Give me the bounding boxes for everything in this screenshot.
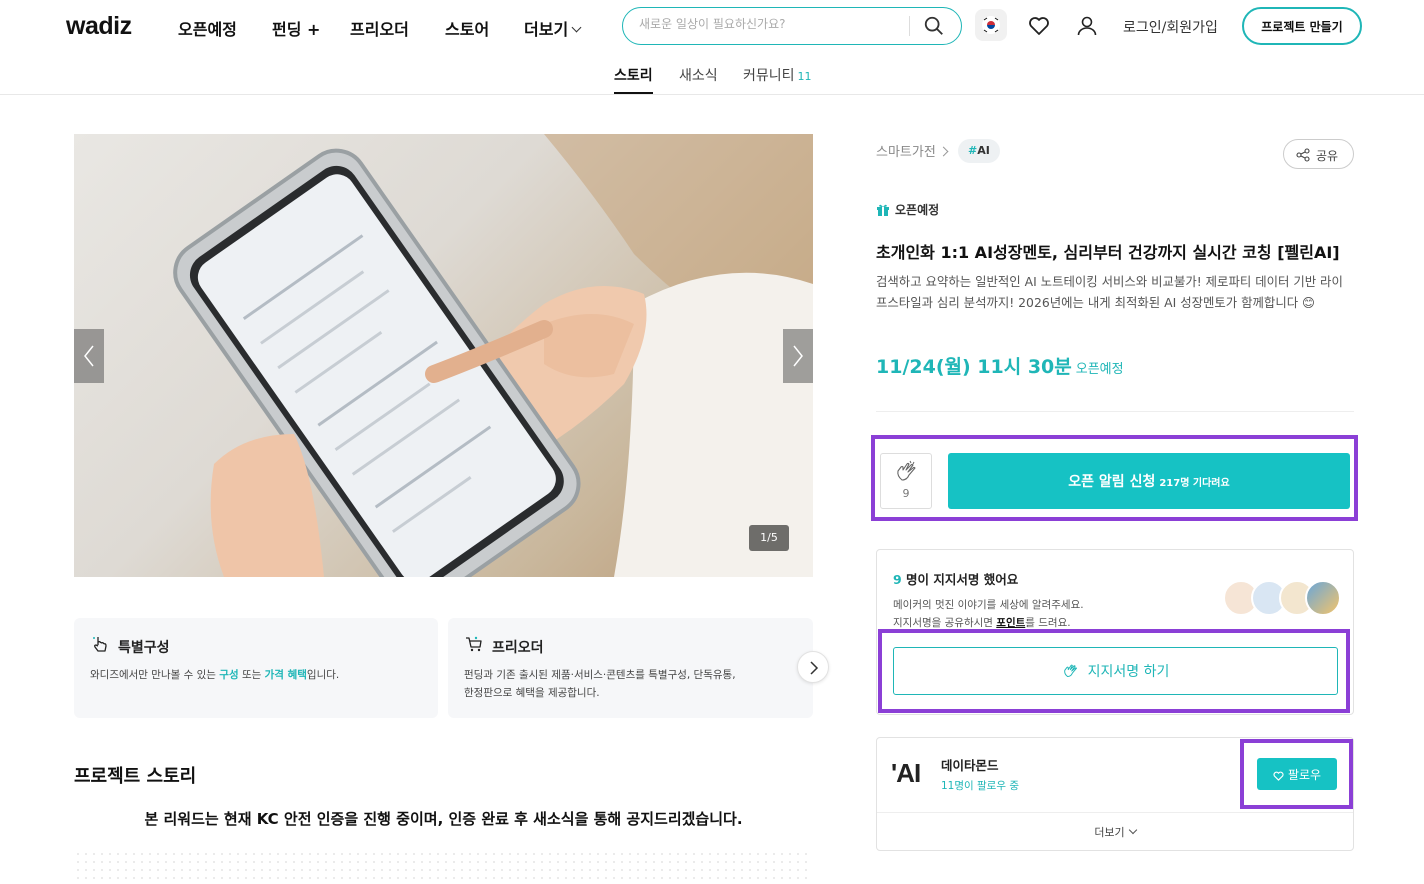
- nav-more-label: 더보기: [524, 20, 569, 39]
- clap-count: 9: [902, 487, 910, 500]
- hand-pointer-icon: [93, 637, 107, 652]
- cart-icon: [466, 636, 482, 652]
- signature-desc-line: 메이커의 멋진 이야기를 세상에 알려주세요.: [893, 599, 1084, 611]
- tag-label: AI: [977, 144, 990, 157]
- category-label: 스마트가전: [876, 145, 936, 160]
- tab-community-label: 커뮤니티: [743, 68, 795, 84]
- tab-story[interactable]: 스토리: [614, 65, 653, 94]
- story-notice: 본 리워드는 현재 KC 안전 인증을 진행 중이며, 인증 완료 후 새소식을…: [144, 810, 743, 828]
- global-header: wadiz 오픈예정 펀딩 + 프리오더 스토어 더보기 로그인/회원가입 프로…: [0, 0, 1424, 52]
- wadiz-logo[interactable]: wadiz: [66, 12, 132, 41]
- gallery-prev-button[interactable]: [74, 329, 104, 383]
- clap-button[interactable]: 9: [880, 453, 932, 509]
- avatar: [1305, 580, 1341, 616]
- search-input[interactable]: [639, 17, 899, 31]
- divider: [877, 812, 1353, 813]
- nav-store[interactable]: 스토어: [445, 16, 489, 40]
- share-button[interactable]: 공유: [1283, 139, 1354, 169]
- signature-count: 9 명이 지지서명 했어요: [893, 569, 1018, 588]
- chevron-down-icon: [571, 22, 582, 33]
- feature-card-preorder: 프리오더 펀딩과 기존 출시된 제품·서비스·콘텐츠를 특별구성, 단독유통, 한…: [448, 618, 813, 718]
- feature-desc-text: 입니다.: [306, 669, 340, 681]
- feature-desc-text: 또는: [238, 669, 265, 681]
- user-icon[interactable]: [1075, 14, 1099, 38]
- chevron-left-icon: [84, 345, 94, 367]
- chevron-right-icon: [810, 661, 819, 675]
- signature-count-text: 명이 지지서명 했어요: [901, 572, 1019, 587]
- search-divider: [909, 16, 910, 36]
- highlight-box: [878, 629, 1350, 713]
- feature-desc: 펀딩과 기존 출시된 제품·서비스·콘텐츠를 특별구성, 단독유통, 한정판으로 …: [464, 666, 736, 702]
- maker-name[interactable]: 데이타몬드: [941, 755, 999, 774]
- make-project-button[interactable]: 프로젝트 만들기: [1242, 7, 1362, 45]
- share-label: 공유: [1316, 149, 1339, 163]
- feature-card-special: 특별구성 와디즈에서만 만나볼 수 있는 구성 또는 가격 혜택입니다.: [74, 618, 438, 718]
- divider: [876, 411, 1354, 412]
- chevron-right-icon: [793, 345, 803, 367]
- maker-more-button[interactable]: 더보기: [877, 824, 1353, 840]
- feature-desc-line: 펀딩과 기존 출시된 제품·서비스·콘텐츠를 특별구성, 단독유통,: [464, 669, 736, 681]
- feature-title: 프리오더: [492, 640, 544, 656]
- hash-icon: #: [968, 144, 978, 157]
- feature-highlight: 가격 혜택: [264, 669, 307, 681]
- open-alarm-button[interactable]: 오픈 알림 신청 217명 기다려요: [948, 453, 1350, 509]
- project-status: 오픈예정: [876, 201, 939, 218]
- chevron-right-icon: [938, 146, 949, 157]
- feature-next-button[interactable]: [797, 651, 829, 683]
- points-link[interactable]: 포인트: [996, 617, 1025, 629]
- maker-logo[interactable]: 'AI: [891, 758, 931, 794]
- alarm-label: 오픈 알림 신청: [1068, 474, 1156, 490]
- status-label: 오픈예정: [895, 203, 940, 217]
- feature-title: 특별구성: [118, 640, 170, 656]
- story-image-preview: [74, 850, 813, 884]
- korea-flag-icon: [982, 16, 1000, 34]
- category-tag[interactable]: #AI: [958, 139, 1000, 163]
- language-flag-button[interactable]: [975, 9, 1007, 41]
- heart-icon[interactable]: [1027, 14, 1051, 38]
- feature-highlight: 구성: [219, 669, 239, 681]
- chevron-down-icon: [1128, 825, 1137, 835]
- gift-icon: [877, 204, 889, 216]
- phone-in-hand-photo: [173, 134, 813, 577]
- signature-desc-text: 지지서명을 공유하시면: [893, 617, 997, 629]
- project-image-gallery: 1/5: [74, 134, 813, 577]
- gallery-counter: 1/5: [749, 525, 789, 551]
- feature-desc-text: 와디즈에서만 만나볼 수 있는: [90, 669, 220, 681]
- share-icon: [1296, 148, 1310, 162]
- gallery-next-button[interactable]: [783, 329, 813, 383]
- tab-news[interactable]: 새소식: [679, 65, 718, 85]
- nav-more[interactable]: 더보기: [524, 16, 582, 40]
- project-summary: 검색하고 요약하는 일반적인 AI 노트테이킹 서비스와 비교불가! 제로파티 …: [876, 274, 1343, 310]
- supporter-avatars: [1223, 580, 1341, 618]
- maker-follower-count: 11명이 팔로우 중: [941, 780, 1019, 792]
- open-date-label: 오픈예정: [1075, 362, 1124, 377]
- signature-desc: 메이커의 멋진 이야기를 세상에 알려주세요. 지지서명을 공유하시면 포인트를…: [893, 596, 1084, 632]
- category-breadcrumb[interactable]: 스마트가전: [876, 141, 953, 160]
- project-title: 초개인화 1:1 AI성장멘토, 심리부터 건강까지 실시간 코칭 [펠린AI]: [876, 243, 1340, 262]
- nav-funding[interactable]: 펀딩 +: [272, 16, 320, 40]
- alarm-wait-count: 217명 기다려요: [1159, 478, 1230, 489]
- open-date-value: 11/24(월) 11시 30분: [876, 356, 1072, 378]
- nav-upcoming[interactable]: 오픈예정: [178, 16, 237, 40]
- community-count: 11: [797, 70, 812, 83]
- maker-more-label: 더보기: [1094, 826, 1125, 839]
- highlight-box: [1240, 739, 1353, 809]
- feature-desc: 와디즈에서만 만나볼 수 있는 구성 또는 가격 혜택입니다.: [90, 666, 339, 684]
- nav-preorder[interactable]: 프리오더: [350, 16, 409, 40]
- project-tabs: 스토리 새소식 커뮤니티 11: [0, 52, 1424, 95]
- feature-desc-line: 한정판으로 혜택을 제공합니다.: [464, 687, 600, 699]
- clap-icon: [897, 460, 916, 481]
- signature-count-number: 9: [893, 572, 902, 587]
- story-heading: 프로젝트 스토리: [74, 766, 197, 787]
- search-box: [622, 7, 962, 45]
- open-date: 11/24(월) 11시 30분 오픈예정: [876, 352, 1124, 379]
- search-icon[interactable]: [923, 15, 945, 37]
- signature-desc-text: 를 드려요.: [1025, 617, 1071, 629]
- login-signup-link[interactable]: 로그인/회원가입: [1123, 17, 1218, 37]
- tab-community[interactable]: 커뮤니티 11: [743, 65, 812, 85]
